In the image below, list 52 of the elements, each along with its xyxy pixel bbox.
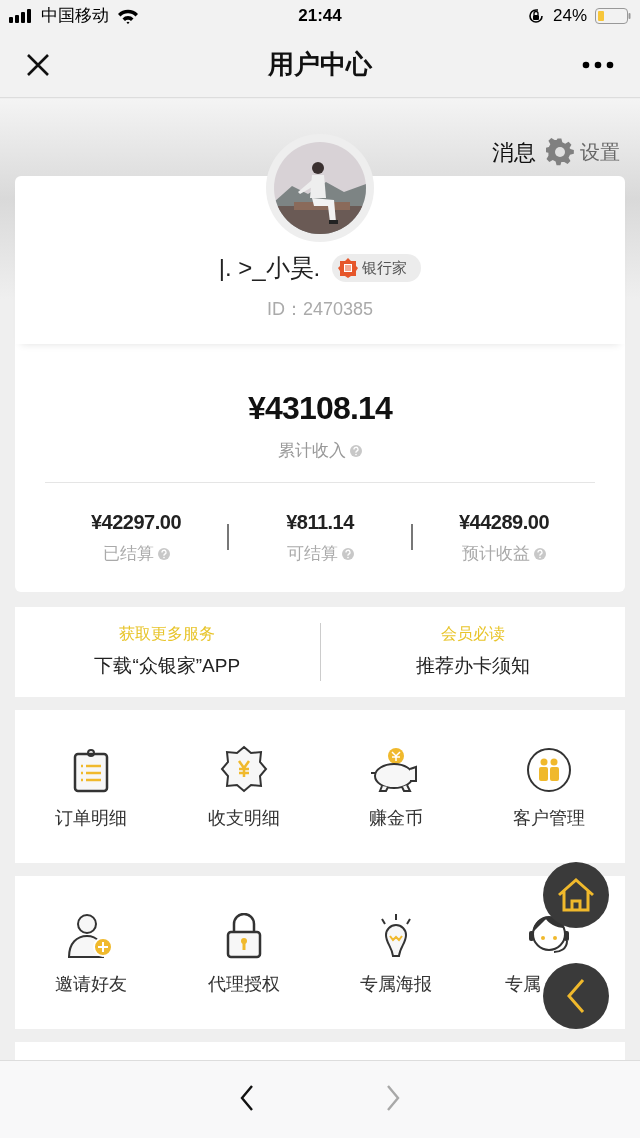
people-icon	[525, 746, 572, 793]
level-badge: 银行家	[332, 254, 422, 282]
promo-caption: 会员必读	[440, 624, 505, 645]
settings-button[interactable]: 设置	[546, 137, 620, 167]
menu-item-label: 邀请好友	[55, 972, 128, 996]
wifi-icon	[117, 8, 139, 24]
user-id: ID：2470385	[266, 298, 374, 321]
battery-percent: 24%	[552, 5, 587, 28]
stat-amount: ¥42297.00	[90, 510, 181, 536]
menu-item[interactable]: 专属海报	[320, 906, 473, 998]
menu-item[interactable]: 客户管理	[472, 740, 625, 832]
user-name: |. >_小昊.	[218, 253, 321, 283]
menu-item-label: 收支明细	[207, 806, 280, 830]
clock-time: 21:44	[298, 5, 342, 28]
total-income-label: 累计收入	[278, 440, 346, 462]
menu-item-label: 专属	[504, 972, 541, 996]
carrier-name: 中国移动	[41, 5, 109, 28]
menu-item-label: 赚金币	[369, 806, 424, 830]
stat-amount: ¥811.14	[286, 510, 354, 536]
stat-label: 可结算	[286, 543, 338, 566]
menu-item[interactable]: 代理授权	[167, 906, 320, 998]
page-title: 用户中心	[268, 48, 372, 81]
menu-item[interactable]: 赚金币	[320, 740, 473, 832]
promo-title: 推荐办卡须知	[415, 654, 530, 679]
menu-item[interactable]: 收支明细	[167, 740, 320, 832]
battery-icon	[595, 8, 631, 24]
menu-item-label: 专属海报	[360, 972, 433, 996]
promo-title: 下载“众银家”APP	[94, 654, 241, 679]
menu-item-label: 代理授权	[207, 972, 280, 996]
padlock-icon	[225, 912, 262, 959]
menu-item[interactable]: 邀请好友	[15, 906, 168, 998]
total-income-amount: ¥43108.14	[247, 389, 393, 428]
home-icon	[557, 878, 595, 912]
stat-label: 预计收益	[462, 543, 530, 566]
menu-item-label: 客户管理	[512, 806, 585, 830]
messages-link[interactable]: 消息	[492, 135, 536, 169]
medal-icon	[338, 258, 359, 278]
clipboard-icon	[73, 748, 110, 793]
stat-label: 已结算	[102, 543, 154, 566]
menu-item[interactable]: 订单明细	[15, 740, 168, 832]
yen-badge-icon	[219, 744, 268, 793]
stat-amount: ¥44289.00	[458, 510, 549, 536]
close-icon[interactable]	[26, 52, 50, 77]
promo-link[interactable]: 会员必读 推荐办卡须知	[320, 622, 625, 681]
promo-caption: 获取更多服务	[119, 624, 216, 645]
chevron-left-icon	[566, 978, 586, 1014]
settings-icon	[546, 138, 574, 166]
back-icon[interactable]	[239, 1083, 255, 1112]
menu-item-label: 订单明细	[55, 806, 128, 830]
promo-link[interactable]: 获取更多服务 下载“众银家”APP	[15, 622, 320, 681]
more-icon[interactable]	[582, 60, 614, 69]
rotation-lock-icon	[526, 7, 545, 25]
